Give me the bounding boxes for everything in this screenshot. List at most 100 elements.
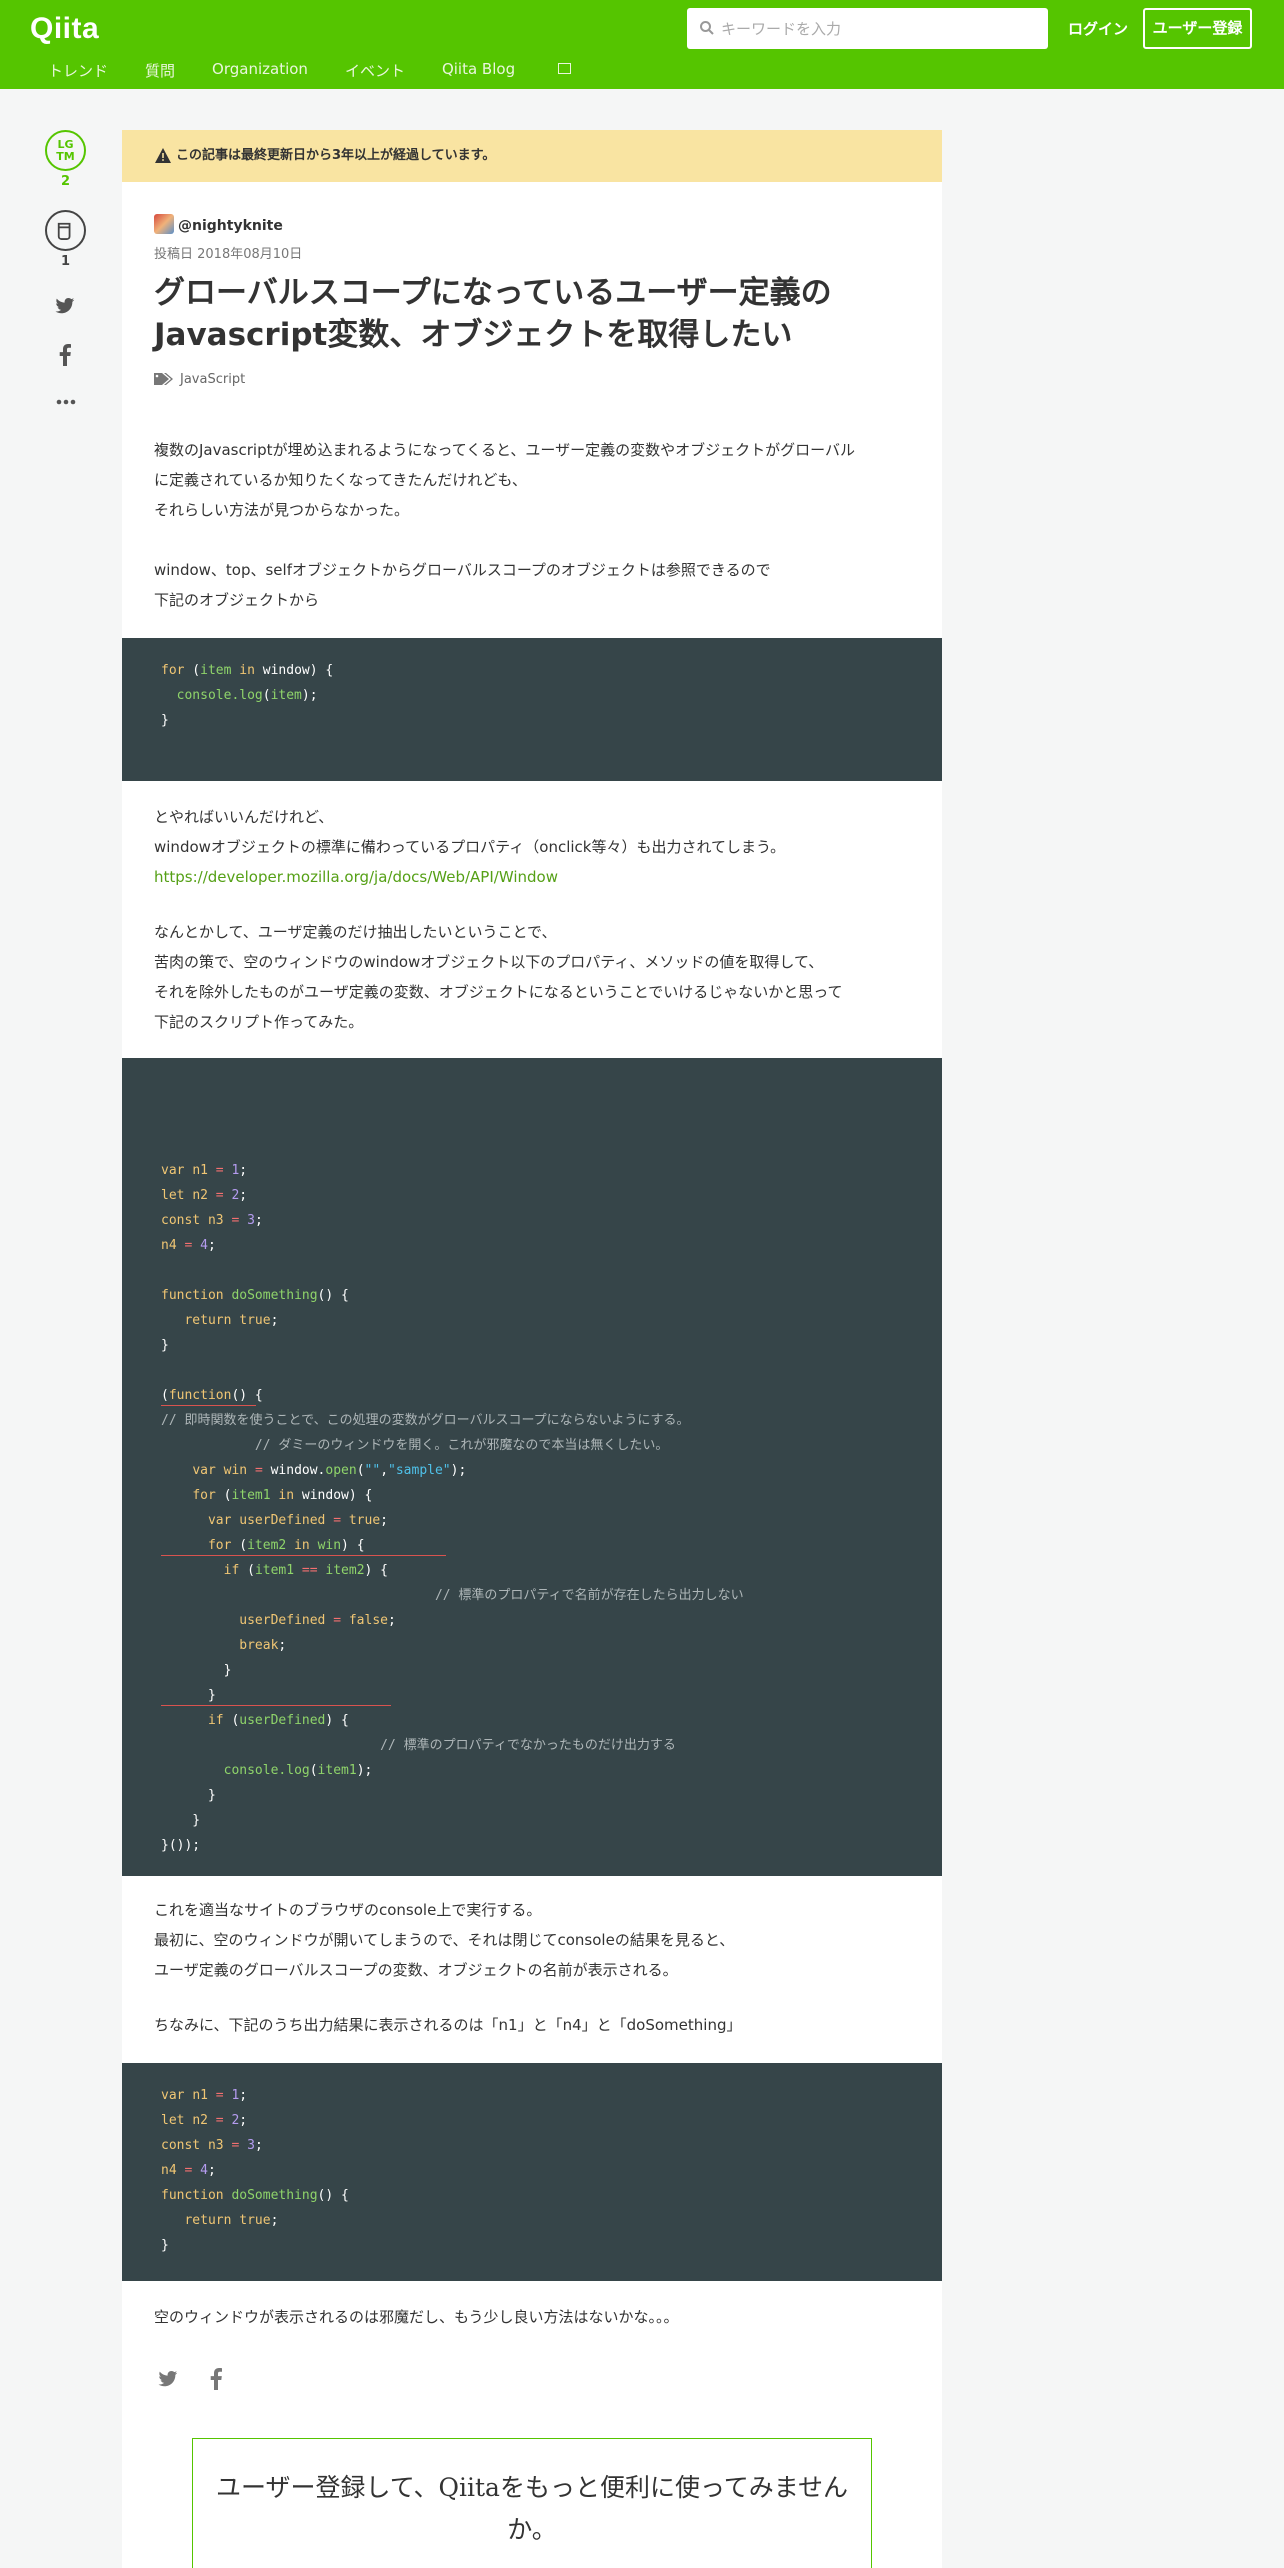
article-card: この記事は最終更新日から3年以上が経過しています。 @nightyknite 投… <box>122 130 942 2568</box>
search-icon <box>700 21 714 35</box>
paragraph-line: とやればいいんだけれど、 <box>154 808 334 826</box>
code-line: return true; <box>184 1313 279 1328</box>
nav-item-organization[interactable]: Organization <box>212 60 308 81</box>
facebook-icon[interactable] <box>57 344 73 366</box>
code-line: (function() { <box>161 1388 263 1403</box>
code-line: return true; <box>184 2213 279 2228</box>
nav-item-trend[interactable]: トレンド <box>48 60 108 81</box>
code-line: // ダミーのウィンドウを開く。これが邪魔なので本当は無くしたい。 <box>254 1438 669 1453</box>
code-line: } <box>161 1663 232 1678</box>
nav-item-blog[interactable]: Qiita Blog <box>442 60 608 81</box>
tag-javascript[interactable]: JavaScript <box>180 372 245 387</box>
cta-line: ユーザー登録して、Qiitaをもっと便利に使ってみません <box>216 2473 848 2502</box>
avatar[interactable] <box>154 214 174 234</box>
warning-icon <box>155 148 171 163</box>
posted-date: 投稿日 2018年08月10日 <box>154 247 303 262</box>
search-box[interactable] <box>687 8 1048 49</box>
code-line: } <box>161 713 169 728</box>
code-block-sample: var n1 = 1; let n2 = 2; const n3 = 3; n4 = … <box>122 2063 942 2281</box>
signup-cta-box[interactable]: ユーザー登録して、Qiitaをもっと便利に使ってみません か。 <box>192 2438 872 2568</box>
code-line: console.log(item); <box>176 688 318 703</box>
code-block-script: var n1 = 1; let n2 = 2; const n3 = 3; n4 = … <box>122 1058 942 1876</box>
code-line: }()); <box>161 1838 201 1853</box>
nav-item-questions[interactable]: 質問 <box>145 60 175 81</box>
global-header: Qiita ログイン ユーザー登録 トレンド 質問 Organization イ… <box>0 0 1284 89</box>
paragraph-line: 下記のスクリプト作ってみた。 <box>154 1013 364 1031</box>
author[interactable]: @nightyknite <box>154 214 283 234</box>
red-annotation-line <box>161 1705 391 1706</box>
code-line: for (item1 in window) { <box>192 1488 373 1503</box>
paragraph-line: 苦肉の策で、空のウィンドウのwindowオブジェクト以下のプロパティ、メソッドの… <box>154 953 824 971</box>
paragraph-line: 下記のオブジェクトから <box>154 591 320 609</box>
article-title: グローバルスコープになっているユーザー定義のJavascript変数、オブジェク… <box>154 275 832 353</box>
red-annotation-line <box>161 1405 256 1406</box>
paragraph-line: これを適当なサイトのブラウザのconsole上で実行する。 <box>154 1901 542 1919</box>
outdated-warning: この記事は最終更新日から3年以上が経過しています。 <box>122 130 942 182</box>
tag-list: JavaScript <box>154 372 245 387</box>
signup-button[interactable]: ユーザー登録 <box>1143 8 1252 49</box>
paragraph-note: ちなみに、下記のうち出力結果に表示されるのは「n1」と「n4」と「doSomet… <box>154 2016 742 2034</box>
code-line: let n2 = 2; <box>161 1188 248 1203</box>
paragraph-window: window、top、selfオブジェクトからグローバルスコープのオブジェクトは… <box>154 555 914 615</box>
code-line: var n1 = 1; <box>161 2088 248 2103</box>
more-icon[interactable] <box>56 398 76 406</box>
mdn-window-link[interactable]: https://developer.mozilla.org/ja/docs/We… <box>154 862 914 892</box>
paragraph-line: windowオブジェクトの標準に備わっているプロパティ（onclick等々）も出… <box>154 838 786 856</box>
code-line: userDefined = false; <box>239 1613 396 1628</box>
warning-text: この記事は最終更新日から3年以上が経過しています。 <box>176 148 496 163</box>
paragraph-line: 最初に、空のウィンドウが開いてしまうので、それは閉じてconsoleの結果を見る… <box>154 1931 735 1949</box>
paragraph-line: なんとかして、ユーザ定義のだけ抽出したいということで、 <box>154 923 557 941</box>
lgtm-button[interactable]: LG TM <box>45 130 86 171</box>
facebook-icon[interactable] <box>210 2368 222 2390</box>
stock-count: 1 <box>60 254 71 269</box>
code-line: // 標準のプロパティで名前が存在したら出力しない <box>434 1588 744 1603</box>
twitter-icon[interactable] <box>158 2370 178 2388</box>
code-line: } <box>161 1788 216 1803</box>
cta-line: か。 <box>507 2515 557 2544</box>
code-line: var n1 = 1; <box>161 1163 248 1178</box>
code-line: n4 = 4; <box>161 2163 216 2178</box>
code-line: } <box>161 2238 169 2253</box>
code-line: function doSomething() { <box>161 2188 349 2203</box>
login-link[interactable]: ログイン <box>1068 18 1128 39</box>
code-line: if (item1 == item2) { <box>223 1563 389 1578</box>
twitter-icon[interactable] <box>55 296 75 316</box>
code-line: } <box>161 1813 201 1828</box>
code-line: if (userDefined) { <box>207 1713 349 1728</box>
header-nav: トレンド 質問 Organization イベント Qiita Blog <box>48 60 645 81</box>
code-line: } <box>161 1338 169 1353</box>
red-annotation-line <box>161 1555 446 1556</box>
paragraph-line: に定義されているか知りたくなってきたんだけれども、 <box>154 471 527 489</box>
paragraph-approach: なんとかして、ユーザ定義のだけ抽出したいということで、 苦肉の策で、空のウィンド… <box>154 917 914 1037</box>
stock-button[interactable] <box>45 210 86 251</box>
paragraph-result: これを適当なサイトのブラウザのconsole上で実行する。 最初に、空のウィンド… <box>154 1895 914 1985</box>
code-line: const n3 = 3; <box>161 2138 263 2153</box>
stock-icon <box>57 222 71 240</box>
paragraph-intro: 複数のJavascriptが埋め込まれるようになってくると、ユーザー定義の変数や… <box>154 435 914 525</box>
tag-icon <box>154 373 173 385</box>
external-link-icon <box>558 63 572 74</box>
code-line: console.log(item1); <box>223 1763 373 1778</box>
qiita-logo[interactable]: Qiita <box>30 12 99 46</box>
paragraph-problem: とやればいいんだけれど、 windowオブジェクトの標準に備わっているプロパティ… <box>154 802 914 892</box>
code-line: // 標準のプロパティでなかったものだけ出力する <box>380 1738 676 1753</box>
code-line: var userDefined = true; <box>207 1513 388 1528</box>
paragraph-line: 複数のJavascriptが埋め込まれるようになってくると、ユーザー定義の変数や… <box>154 441 855 459</box>
lgtm-label-bottom: TM <box>56 150 75 163</box>
paragraph-closing: 空のウィンドウが表示されるのは邪魔だし、もう少し良い方法はないかな。。。 <box>154 2308 679 2326</box>
paragraph-line: window、top、selfオブジェクトからグローバルスコープのオブジェクトは… <box>154 561 771 579</box>
nav-item-events[interactable]: イベント <box>345 60 405 81</box>
search-input[interactable] <box>721 8 1041 49</box>
code-line: // 即時関数を使うことで、この処理の変数がグローバルスコープにならないようにす… <box>161 1413 690 1428</box>
code-line: var win = window.open("","sample"); <box>192 1463 467 1478</box>
paragraph-line: ユーザ定義のグローバルスコープの変数、オブジェクトの名前が表示される。 <box>154 1961 678 1979</box>
nav-item-blog-label: Qiita Blog <box>441 60 516 78</box>
code-line: let n2 = 2; <box>161 2113 248 2128</box>
paragraph-line: それらしい方法が見つからなかった。 <box>154 501 410 519</box>
author-name[interactable]: @nightyknite <box>178 218 283 234</box>
code-line: for (item in window) { <box>161 663 334 678</box>
code-block-loop: for (item in window) { console.log(item)… <box>122 638 942 781</box>
paragraph-line: それを除外したものがユーザ定義の変数、オブジェクトになるということでいけるじゃな… <box>154 983 843 1001</box>
